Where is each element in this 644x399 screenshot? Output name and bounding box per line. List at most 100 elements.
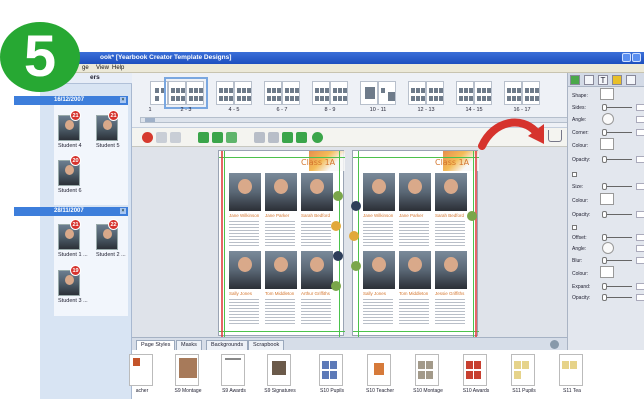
angle-value[interactable] <box>636 245 644 252</box>
colour-swatch[interactable] <box>600 193 614 205</box>
page-tab-icon[interactable] <box>626 75 636 85</box>
menu-view[interactable]: View <box>96 65 109 71</box>
portrait-photo[interactable] <box>265 173 297 211</box>
bio-text[interactable] <box>229 297 259 325</box>
portrait-photo[interactable] <box>363 173 395 211</box>
arrow-left-icon[interactable] <box>282 132 293 143</box>
close-icon[interactable]: × <box>120 97 126 103</box>
tab-scrapbook[interactable]: Scrapbook <box>248 340 285 350</box>
offset-value[interactable] <box>636 234 644 241</box>
bio-text[interactable] <box>363 297 393 325</box>
opacity-value[interactable] <box>636 156 644 163</box>
student-tile[interactable]: 19 Student 3 ... <box>58 265 94 304</box>
color-tab-icon[interactable] <box>612 75 622 85</box>
portrait-photo[interactable] <box>301 251 333 289</box>
bio-text[interactable] <box>435 219 465 247</box>
bio-text[interactable] <box>399 219 429 247</box>
opacity-slider[interactable] <box>602 211 607 218</box>
group-icon[interactable] <box>226 132 237 143</box>
spread-thumbnail[interactable]: 6 - 7 <box>264 81 300 113</box>
scrollbar-thumb[interactable] <box>145 118 155 122</box>
spread-thumbnail[interactable]: 10 - 11 <box>360 81 396 113</box>
bio-text[interactable] <box>265 219 295 247</box>
page-style-thumb[interactable]: S9 Signatures <box>264 354 296 394</box>
page-style-thumb[interactable]: acher <box>126 354 156 394</box>
tab-masks[interactable]: Masks <box>176 340 202 350</box>
page-style-thumb[interactable]: S10 Teacher <box>364 354 394 394</box>
sides-slider[interactable] <box>602 104 607 111</box>
student-tile[interactable]: 21 Student 1 ... <box>58 219 94 258</box>
opacity-slider[interactable] <box>602 156 607 163</box>
arrow-right-icon[interactable] <box>296 132 307 143</box>
bio-text[interactable] <box>435 297 465 325</box>
blur-slider[interactable] <box>602 257 607 264</box>
page-style-thumb[interactable]: S9 Montage <box>172 354 202 394</box>
page-style-thumb[interactable]: S9 Awards <box>218 354 248 394</box>
minimize-button[interactable] <box>622 53 631 62</box>
page-style-thumb[interactable]: S10 Montage <box>412 354 443 394</box>
colour-swatch[interactable] <box>600 266 614 278</box>
redo-icon[interactable] <box>170 132 181 143</box>
group-header-2[interactable]: 28/11/2007 × <box>14 207 128 216</box>
corner-value[interactable] <box>636 129 644 136</box>
page-style-thumb[interactable]: S11 Pupils <box>508 354 538 394</box>
spread-thumbnail[interactable]: 1 <box>132 81 168 113</box>
undo-icon[interactable] <box>156 132 167 143</box>
spread-thumbnail[interactable]: 2 - 3 <box>164 77 208 113</box>
opacity-slider[interactable] <box>602 294 607 301</box>
add-text-icon[interactable] <box>212 132 223 143</box>
portrait-photo[interactable] <box>363 251 395 289</box>
portrait-photo[interactable] <box>229 251 261 289</box>
portrait-photo[interactable] <box>435 251 467 289</box>
right-page[interactable]: Class 1A Jane Wilkinson Jane Parker Sara… <box>349 150 479 337</box>
style-tab-icon[interactable] <box>570 75 580 85</box>
text-tab-icon[interactable]: T <box>598 75 608 85</box>
portrait-photo[interactable] <box>399 251 431 289</box>
student-tile[interactable]: 20 Student 6 <box>58 155 94 194</box>
student-tile[interactable]: 22 Student 2 ... <box>96 219 132 258</box>
portrait-photo[interactable] <box>399 173 431 211</box>
offset-slider[interactable] <box>602 234 607 241</box>
expand-slider[interactable] <box>602 283 607 290</box>
corner-slider[interactable] <box>602 129 607 136</box>
portrait-photo[interactable] <box>435 173 467 211</box>
shopping-cart-icon[interactable] <box>548 130 562 142</box>
spread-thumbnail[interactable]: 8 - 9 <box>312 81 348 113</box>
opacity-value[interactable] <box>636 211 644 218</box>
close-icon[interactable]: × <box>120 208 126 214</box>
angle-dial[interactable] <box>602 242 614 254</box>
left-page[interactable]: Class 1A Jane Wilkinson Jane Parker Sara… <box>218 150 345 337</box>
gear-icon[interactable] <box>550 340 559 349</box>
shadow-checkbox[interactable] <box>572 225 577 230</box>
portrait-photo[interactable] <box>301 173 333 211</box>
angle-value[interactable] <box>636 116 644 123</box>
portrait-photo[interactable] <box>265 251 297 289</box>
blur-value[interactable] <box>636 257 644 264</box>
student-tile[interactable]: 21 Student 4 <box>58 110 94 149</box>
portrait-photo[interactable] <box>229 173 261 211</box>
sides-value[interactable] <box>636 104 644 111</box>
bio-text[interactable] <box>399 297 429 325</box>
bio-text[interactable] <box>363 219 393 247</box>
bio-text[interactable] <box>265 297 295 325</box>
page-style-thumb[interactable]: S10 Pupils <box>316 354 346 394</box>
pointer-icon[interactable] <box>268 132 279 143</box>
spread-thumbnail[interactable]: 14 - 15 <box>456 81 492 113</box>
tab-page-styles[interactable]: Page Styles <box>136 340 176 350</box>
colour-swatch[interactable] <box>600 138 614 150</box>
menu-help[interactable]: Help <box>112 65 124 71</box>
expand-value[interactable] <box>636 283 644 290</box>
tab-backgrounds[interactable]: Backgrounds <box>206 340 249 350</box>
layout-tab-icon[interactable] <box>584 75 594 85</box>
shape-swatch[interactable] <box>600 88 614 100</box>
group-header-1[interactable]: 16/12/2007 × <box>14 96 128 105</box>
menu-page[interactable]: ge <box>82 65 89 71</box>
border-checkbox[interactable] <box>572 172 577 177</box>
spread-thumbnail[interactable]: 16 - 17 <box>504 81 540 113</box>
page-style-thumb[interactable]: S10 Awards <box>460 354 490 394</box>
page-style-thumb[interactable]: S11 Tea <box>556 354 586 394</box>
add-image-icon[interactable] <box>198 132 209 143</box>
delete-icon[interactable] <box>142 132 153 143</box>
refresh-icon[interactable] <box>312 132 323 143</box>
student-tile[interactable]: 21 Student 5 <box>96 110 132 149</box>
